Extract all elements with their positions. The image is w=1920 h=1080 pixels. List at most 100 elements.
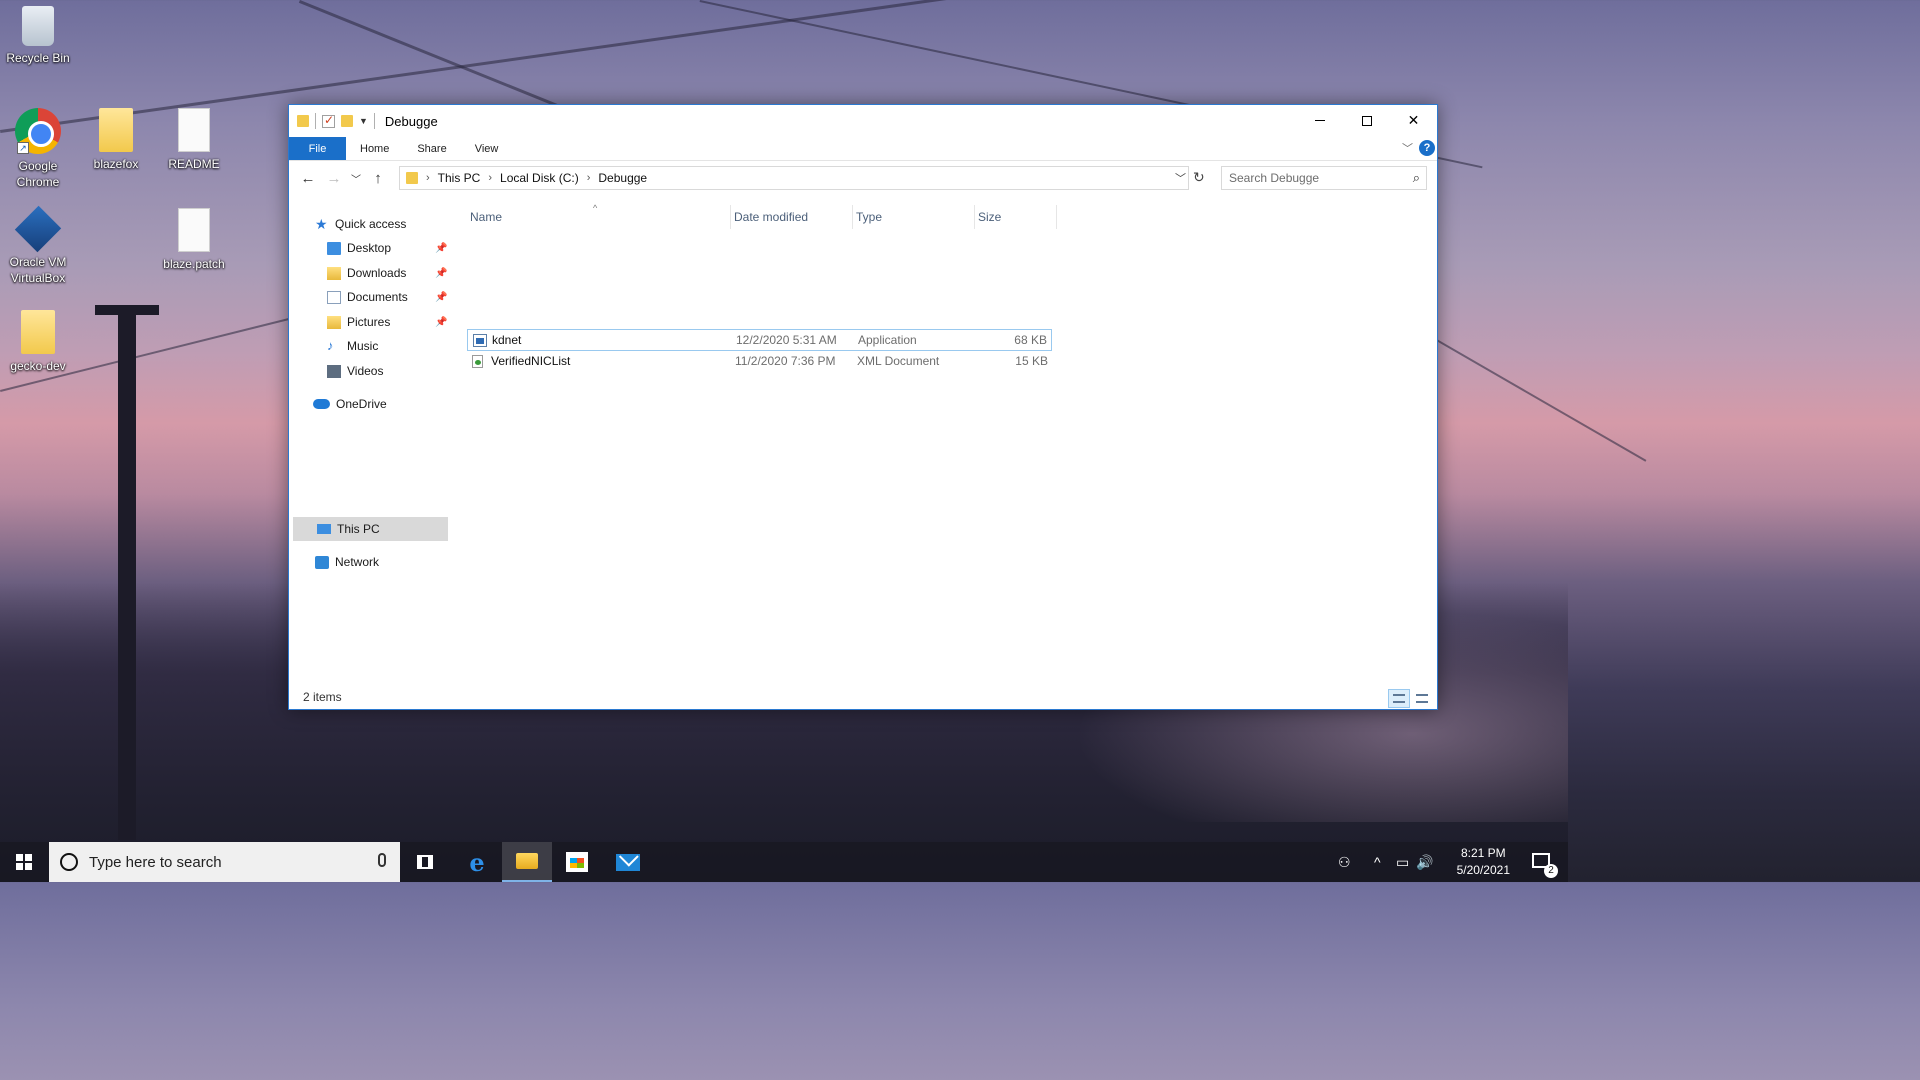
videos-icon xyxy=(327,364,341,378)
taskbar-mail[interactable] xyxy=(603,842,653,882)
taskbar-search-box[interactable]: Type here to search xyxy=(49,842,400,882)
nav-item-videos[interactable]: Videos xyxy=(327,360,383,382)
quick-access-toolbar: ▼ xyxy=(297,113,375,129)
desktop-icon-google-chrome[interactable]: ↗ Google Chrome xyxy=(0,108,76,190)
xml-document-icon xyxy=(472,355,483,368)
file-name: VerifiedNICList xyxy=(491,354,571,368)
title-bar[interactable]: ▼ Debugge ✕ xyxy=(289,105,1437,137)
expand-ribbon-chevron-icon[interactable]: ﹀ xyxy=(1402,140,1413,156)
chevron-right-icon[interactable]: › xyxy=(587,172,591,184)
tab-share[interactable]: Share xyxy=(403,137,460,160)
nav-item-onedrive[interactable]: OneDrive xyxy=(313,393,387,415)
desktop-icon-readme[interactable]: README xyxy=(156,108,232,172)
minimize-button[interactable] xyxy=(1296,105,1343,136)
column-header-size[interactable]: Size xyxy=(975,205,1057,229)
file-explorer-icon xyxy=(516,853,538,869)
pin-icon[interactable]: 📌 xyxy=(435,317,447,328)
large-icons-view-button[interactable] xyxy=(1411,689,1433,708)
clock-date: 5/20/2021 xyxy=(1456,863,1510,877)
maximize-button[interactable] xyxy=(1343,105,1390,136)
document-icon xyxy=(178,208,210,252)
taskbar-file-explorer[interactable] xyxy=(502,842,552,882)
tab-home[interactable]: Home xyxy=(346,137,403,160)
pin-icon[interactable]: 📌 xyxy=(435,268,447,279)
navigation-bar: ← → ﹀ ↑ › This PC › Local Disk (C:) › De… xyxy=(289,161,1437,195)
nav-item-network[interactable]: Network xyxy=(315,551,379,573)
nav-item-downloads[interactable]: Downloads xyxy=(327,262,406,284)
breadcrumb-debugge[interactable]: Debugge xyxy=(598,171,647,185)
pin-icon[interactable]: 📌 xyxy=(435,292,447,303)
clock[interactable]: 8:21 PM 5/20/2021 xyxy=(1457,845,1510,879)
refresh-icon[interactable]: ↻ xyxy=(1193,169,1205,186)
notification-count-badge: 2 xyxy=(1544,864,1558,878)
details-view-icon xyxy=(1393,694,1405,703)
chevron-right-icon[interactable]: › xyxy=(426,172,430,184)
close-button[interactable]: ✕ xyxy=(1390,105,1437,136)
chrome-icon: ↗ xyxy=(15,108,61,154)
documents-folder-icon xyxy=(327,290,341,304)
taskbar-edge[interactable]: e xyxy=(452,842,502,882)
column-header-name[interactable]: Name ^ xyxy=(467,203,731,229)
show-hidden-icons-chevron-icon[interactable]: ^ xyxy=(1374,854,1381,870)
nav-item-quick-access[interactable]: ★ Quick access xyxy=(315,213,406,235)
recent-locations-chevron-icon[interactable]: ﹀ xyxy=(347,171,365,186)
nav-item-pictures[interactable]: Pictures xyxy=(327,311,390,333)
address-dropdown-chevron-icon[interactable]: ﹀ xyxy=(1175,170,1186,186)
people-icon[interactable]: ⚇ xyxy=(1338,854,1351,871)
nav-item-documents[interactable]: Documents xyxy=(327,286,408,308)
properties-icon[interactable] xyxy=(322,113,335,128)
search-input[interactable]: Search Debugge ⌕ xyxy=(1221,166,1427,190)
volume-icon[interactable]: 🔊 xyxy=(1416,854,1433,871)
onedrive-cloud-icon xyxy=(313,399,330,409)
tab-file[interactable]: File xyxy=(289,137,346,160)
star-icon: ★ xyxy=(315,215,328,232)
start-button[interactable] xyxy=(0,842,48,882)
folder-icon xyxy=(99,108,133,152)
forward-arrow-icon[interactable]: → xyxy=(321,170,347,187)
breadcrumb-local-disk[interactable]: Local Disk (C:) xyxy=(500,171,579,185)
virtualbox-icon xyxy=(14,205,62,253)
desktop-icon-recycle-bin[interactable]: Recycle Bin xyxy=(0,6,76,66)
search-icon[interactable]: ⌕ xyxy=(1413,170,1420,186)
details-view-button[interactable] xyxy=(1388,689,1410,708)
network-tray-icon[interactable]: ▭ xyxy=(1396,854,1409,871)
desktop-icon-blaze-patch[interactable]: blaze.patch xyxy=(156,208,232,272)
minimize-icon xyxy=(1314,120,1325,121)
nav-item-music[interactable]: ♪ Music xyxy=(327,335,378,357)
back-arrow-icon[interactable]: ← xyxy=(295,170,321,187)
task-view-button[interactable] xyxy=(400,842,450,882)
cortana-circle-icon xyxy=(60,853,78,871)
file-list: Name ^ Date modified Type Size kdnet 12/… xyxy=(467,197,1437,689)
desktop-icon-gecko-dev[interactable]: gecko-dev xyxy=(0,310,76,374)
application-icon xyxy=(473,334,487,347)
nav-item-this-pc[interactable]: This PC xyxy=(317,518,380,540)
taskbar-store[interactable] xyxy=(552,842,602,882)
file-row[interactable]: kdnet 12/2/2020 5:31 AM Application 68 K… xyxy=(467,329,1052,351)
chevron-right-icon[interactable]: › xyxy=(488,172,492,184)
sort-ascending-icon: ^ xyxy=(593,203,598,213)
windows-logo-icon xyxy=(16,854,32,870)
up-arrow-icon[interactable]: ↑ xyxy=(365,170,391,187)
pin-icon[interactable]: 📌 xyxy=(435,243,447,254)
address-bar[interactable]: › This PC › Local Disk (C:) › Debugge ﹀ xyxy=(399,166,1189,190)
taskbar-search-placeholder: Type here to search xyxy=(89,853,222,871)
column-header-date-modified[interactable]: Date modified xyxy=(731,205,853,229)
desktop-icon-blazefox[interactable]: blazefox xyxy=(78,108,154,172)
new-folder-icon[interactable] xyxy=(341,115,353,127)
customize-toolbar-arrow-icon[interactable]: ▼ xyxy=(359,116,368,126)
desktop-icon-virtualbox[interactable]: Oracle VM VirtualBox xyxy=(0,205,76,286)
nav-item-desktop[interactable]: Desktop xyxy=(327,237,487,259)
breadcrumb-this-pc[interactable]: This PC xyxy=(438,171,481,185)
item-count: 2 items xyxy=(303,690,342,704)
tab-view[interactable]: View xyxy=(461,137,513,160)
file-name: kdnet xyxy=(492,333,522,347)
store-icon xyxy=(566,852,588,872)
microphone-icon[interactable] xyxy=(378,853,386,867)
search-placeholder: Search Debugge xyxy=(1229,171,1320,185)
column-header-type[interactable]: Type xyxy=(853,205,975,229)
computer-icon xyxy=(317,524,331,534)
file-row[interactable]: VerifiedNICList 11/2/2020 7:36 PM XML Do… xyxy=(467,351,1052,373)
task-view-icon xyxy=(417,855,433,869)
help-icon[interactable]: ? xyxy=(1419,140,1435,156)
music-icon: ♪ xyxy=(327,337,334,353)
